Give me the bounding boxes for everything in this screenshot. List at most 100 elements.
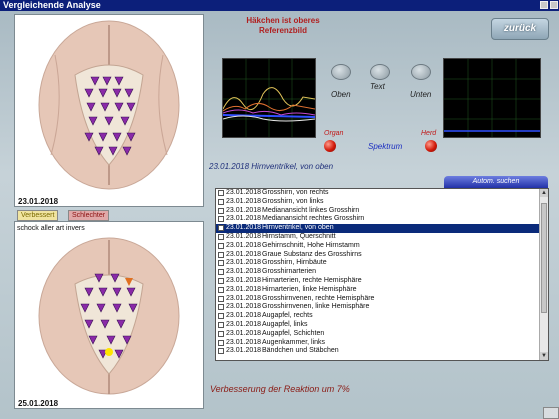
- list-item-date: 23.01.2018: [226, 241, 262, 249]
- list-item[interactable]: 23.01.2018Bändchen und Stäbchen: [216, 347, 548, 356]
- scroll-thumb[interactable]: [541, 203, 547, 313]
- scroll-up-arrow[interactable]: ▲: [540, 189, 548, 197]
- list-item-date: 23.01.2018: [226, 206, 262, 214]
- list-item-checkbox[interactable]: [218, 348, 224, 355]
- top-brain-panel: 23.01.2018: [14, 14, 204, 207]
- list-item-label: Grosshirn, Hirnbäute: [262, 259, 327, 267]
- list-item-checkbox[interactable]: [218, 339, 224, 346]
- analysis-list[interactable]: 23.01.2018Grosshirn, von rechts 23.01.201…: [215, 188, 549, 361]
- list-item-checkbox[interactable]: [218, 207, 224, 214]
- comparison-note: schock aller art invers: [17, 225, 85, 232]
- list-item[interactable]: 23.01.2018Hirnarterien, rechte Hemisphär…: [216, 277, 548, 286]
- list-scrollbar[interactable]: ▲ ▼: [539, 189, 548, 360]
- right-spectrum-graph: [444, 59, 540, 137]
- list-item[interactable]: 23.01.2018Grosshirn, Hirnbäute: [216, 259, 548, 268]
- scroll-down-arrow[interactable]: ▼: [540, 352, 548, 360]
- left-spectrum-display: [222, 58, 316, 138]
- list-item[interactable]: 23.01.2018Grosshirn, von rechts: [216, 189, 548, 198]
- list-item[interactable]: 23.01.2018Gehirnschnitt, Hohe Hirnstamm: [216, 242, 548, 251]
- list-item[interactable]: 23.01.2018Medianansicht rechtes Grosshir…: [216, 215, 548, 224]
- list-item[interactable]: 23.01.2018Grosshirnvenen, rechte Hemisph…: [216, 295, 548, 304]
- list-item-label: Hirnstamm, Querschnitt: [262, 232, 336, 240]
- list-item-checkbox[interactable]: [218, 330, 224, 337]
- list-item[interactable]: 23.01.2018Hirnstamm, Querschnitt: [216, 233, 548, 242]
- text-label: Text: [370, 82, 385, 91]
- list-item-checkbox[interactable]: [218, 216, 224, 223]
- reference-hint-line1: Häkchen ist oberes: [246, 16, 320, 25]
- close-button[interactable]: [550, 1, 558, 9]
- list-item-date: 23.01.2018: [226, 259, 262, 267]
- list-item-label: Medianansicht linkes Grosshirn: [262, 206, 360, 214]
- list-item[interactable]: 23.01.2018Augapfel, Schichten: [216, 330, 548, 339]
- list-item-date: 23.01.2018: [226, 329, 262, 337]
- list-item-date: 23.01.2018: [226, 250, 262, 258]
- list-item-label: Augapfel, links: [262, 320, 308, 328]
- list-item[interactable]: 23.01.2018Grosshirn, von links: [216, 198, 548, 207]
- list-item[interactable]: 23.01.2018Medianansicht linkes Grosshirn: [216, 207, 548, 216]
- list-item-date: 23.01.2018: [226, 224, 262, 232]
- list-item-checkbox[interactable]: [218, 304, 224, 311]
- list-item[interactable]: 23.01.2018Grosshirnvenen, linke Hemisphä…: [216, 303, 548, 312]
- current-item-info: 23.01.2018 Hirnventrikel, von oben: [209, 162, 334, 171]
- list-item[interactable]: 23.01.2018Augapfel, links: [216, 321, 548, 330]
- list-item[interactable]: 23.01.2018Graue Substanz des Grosshirns: [216, 251, 548, 260]
- unten-button[interactable]: [411, 64, 431, 80]
- list-item-checkbox[interactable]: [218, 190, 224, 196]
- list-item-date: 23.01.2018: [226, 215, 262, 223]
- list-item-checkbox[interactable]: [218, 260, 224, 267]
- reference-hint: Häkchen ist oberes Referenzbild: [228, 16, 338, 36]
- herd-indicator: [425, 140, 437, 152]
- right-spectrum-display: [443, 58, 541, 138]
- organ-indicator: [324, 140, 336, 152]
- list-item-label: Grosshirn, von rechts: [262, 189, 329, 196]
- list-item-label: Augapfel, Schichten: [262, 329, 325, 337]
- list-item-date: 23.01.2018: [226, 276, 262, 284]
- bottom-image-date: 25.01.2018: [18, 399, 59, 408]
- list-item-date: 23.01.2018: [226, 268, 262, 276]
- resize-grip[interactable]: [543, 407, 559, 419]
- list-item-date: 23.01.2018: [226, 303, 262, 311]
- list-item-label: Grosshirnarterien: [262, 268, 317, 276]
- spektrum-label: Spektrum: [368, 142, 403, 151]
- tab-worse[interactable]: Schlechter: [68, 210, 110, 221]
- list-item-date: 23.01.2018: [226, 294, 262, 302]
- tab-improved[interactable]: Verbessert: [17, 210, 59, 221]
- list-item-checkbox[interactable]: [218, 233, 224, 240]
- list-item-checkbox[interactable]: [218, 225, 224, 232]
- oben-button[interactable]: [331, 64, 351, 80]
- reference-hint-line2: Referenzbild: [258, 26, 307, 35]
- list-item-checkbox[interactable]: [218, 251, 224, 258]
- list-item-checkbox[interactable]: [218, 277, 224, 284]
- list-item-checkbox[interactable]: [218, 198, 224, 205]
- text-button[interactable]: [370, 64, 390, 80]
- list-item-date: 23.01.2018: [226, 232, 262, 240]
- left-spectrum-graph: [222, 59, 316, 137]
- oben-label: Oben: [331, 90, 351, 99]
- window-title: Vergleichende Analyse: [3, 0, 101, 10]
- list-item-date: 23.01.2018: [226, 320, 262, 328]
- window-titlebar: Vergleichende Analyse: [0, 0, 559, 11]
- list-item-checkbox[interactable]: [218, 313, 224, 320]
- list-item[interactable]: 23.01.2018Hirnventrikel, von oben: [216, 224, 548, 233]
- list-item-date: 23.01.2018: [226, 338, 262, 346]
- list-item-checkbox[interactable]: [218, 295, 224, 302]
- list-item-label: Gehirnschnitt, Hohe Hirnstamm: [262, 241, 360, 249]
- list-item-date: 23.01.2018: [226, 312, 262, 320]
- back-button[interactable]: zurück: [491, 18, 549, 40]
- list-item-date: 23.01.2018: [226, 189, 262, 196]
- list-item-date: 23.01.2018: [226, 197, 262, 205]
- list-item-checkbox[interactable]: [218, 242, 224, 249]
- list-item-checkbox[interactable]: [218, 286, 224, 293]
- list-item-label: Grosshirn, von links: [262, 197, 324, 205]
- list-item[interactable]: 23.01.2018Augenkammer, links: [216, 339, 548, 348]
- list-item[interactable]: 23.01.2018Hirnarterien, linke Hemisphäre: [216, 286, 548, 295]
- analysis-list-rows: 23.01.2018Grosshirn, von rechts 23.01.201…: [216, 189, 548, 356]
- minimize-button[interactable]: [540, 1, 548, 9]
- list-item[interactable]: 23.01.2018Grosshirnarterien: [216, 268, 548, 277]
- auto-search-button[interactable]: Autom. suchen: [444, 176, 548, 188]
- list-item-checkbox[interactable]: [218, 269, 224, 276]
- list-item-checkbox[interactable]: [218, 321, 224, 328]
- list-item-label: Augapfel, rechts: [262, 312, 313, 320]
- herd-label: Herd: [421, 130, 437, 137]
- list-item[interactable]: 23.01.2018Augapfel, rechts: [216, 312, 548, 321]
